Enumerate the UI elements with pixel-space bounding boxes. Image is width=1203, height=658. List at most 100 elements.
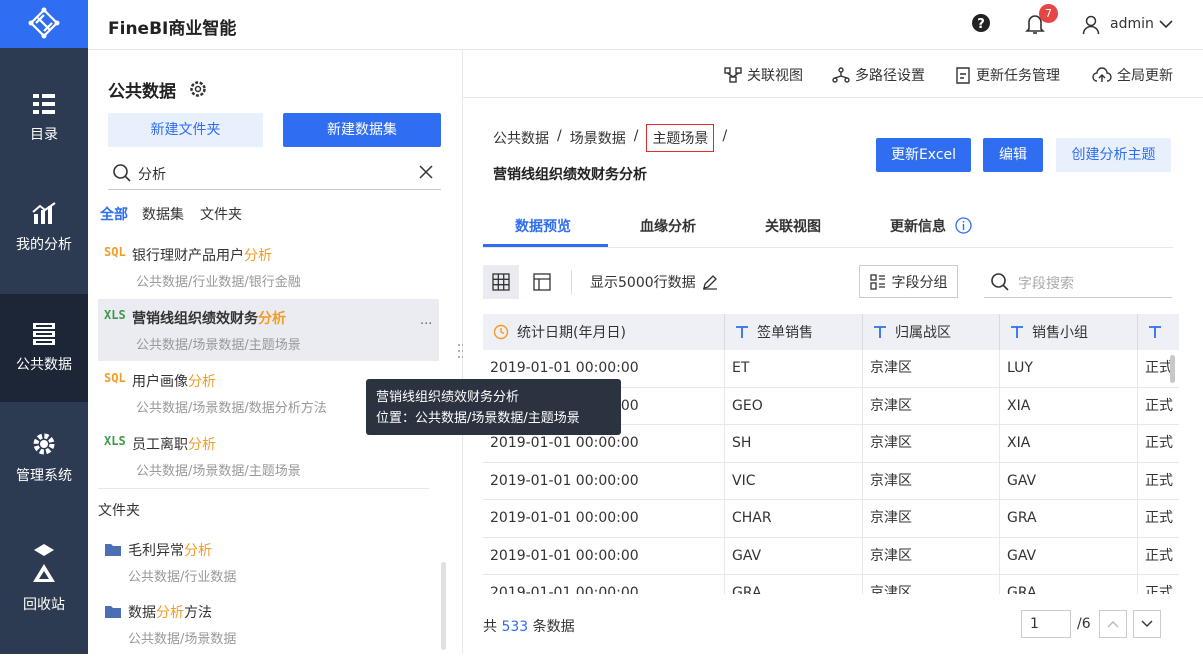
search-icon	[990, 272, 1010, 292]
update-excel-button[interactable]: 更新Excel	[876, 138, 971, 172]
notification-badge: 7	[1039, 4, 1058, 23]
table-cell: GEO	[725, 387, 863, 425]
table-row[interactable]: 2019-01-01 00:00:00 VIC 京津区 GAV 正式	[483, 462, 1179, 500]
table-cell: XIA	[1000, 425, 1138, 463]
tab-update-info[interactable]: 更新信息	[890, 216, 946, 236]
list-item[interactable]: XLS 营销线组织绩效财务分析 ··· 公共数据/场景数据/主题场景	[98, 299, 439, 361]
relation-view-button[interactable]: 关联视图	[724, 65, 803, 85]
table-cell: 正式	[1138, 538, 1179, 576]
edit-button[interactable]: 编辑	[983, 138, 1043, 172]
chevron-down-icon[interactable]	[1159, 19, 1173, 29]
text-type-icon	[1148, 325, 1162, 339]
table-cell: 京津区	[863, 425, 1000, 463]
search-value: 分析	[138, 167, 166, 183]
breadcrumb-item-current[interactable]: 主题场景	[646, 124, 715, 152]
list-item[interactable]: SQL 银行理财产品用户分析 公共数据/行业数据/银行金融	[98, 236, 439, 298]
tooltip-location: 位置：公共数据/场景数据/主题场景	[376, 411, 580, 426]
table-row[interactable]: 2019-01-01 00:00:00 GAV 京津区 GAV 正式	[483, 537, 1179, 576]
left-scrollbar[interactable]	[441, 562, 446, 650]
table-cell: LUY	[1000, 350, 1138, 388]
dataset-tooltip: 营销线组织绩效财务分析 位置：公共数据/场景数据/主题场景	[366, 379, 621, 435]
nav-item-public-data[interactable]: 公共数据	[0, 294, 88, 402]
nav-label: 管理系统	[16, 468, 72, 484]
tab-data-preview[interactable]: 数据预览	[515, 216, 571, 236]
nav-label: 目录	[30, 127, 58, 143]
prev-page-button[interactable]	[1099, 610, 1127, 638]
table-cell: 2019-01-01 00:00:00	[483, 500, 725, 538]
table-cell: 正式	[1138, 500, 1179, 538]
breadcrumb-item[interactable]: 公共数据	[493, 128, 549, 152]
field-search-placeholder: 字段搜索	[1018, 276, 1074, 292]
field-search-input[interactable]: 字段搜索	[984, 265, 1172, 298]
info-icon[interactable]	[955, 217, 972, 234]
public-data-icon	[31, 322, 57, 346]
sql-icon: SQL	[104, 245, 126, 259]
filter-folder[interactable]: 文件夹	[200, 204, 242, 224]
column-header[interactable]: 统计日期(年月日)	[483, 314, 725, 350]
nav-label: 公共数据	[16, 357, 72, 373]
dataset-name: 员工离职分析	[132, 437, 216, 453]
page-total: /6	[1077, 616, 1091, 632]
column-header[interactable]: 销售小组	[1000, 314, 1138, 350]
divider	[571, 270, 572, 294]
folder-path: 公共数据/行业数据	[128, 570, 237, 585]
table-scrollbar[interactable]	[1170, 355, 1175, 383]
relation-icon	[724, 67, 742, 83]
nav-item-my-analysis[interactable]: 我的分析	[0, 173, 88, 283]
nav-item-recycle[interactable]: 回收站	[0, 513, 88, 643]
page-input[interactable]: 1	[1021, 610, 1071, 638]
column-label: 统计日期(年月日)	[517, 325, 626, 341]
breadcrumb: 公共数据 / 场景数据 / 主题场景 /	[493, 124, 728, 152]
layout-view-icon[interactable]	[525, 265, 559, 299]
text-type-icon	[1010, 325, 1024, 339]
new-folder-button[interactable]: 新建文件夹	[108, 113, 263, 147]
text-type-icon	[735, 325, 749, 339]
breadcrumb-sep: /	[722, 128, 728, 144]
update-task-button[interactable]: 更新任务管理	[955, 65, 1060, 85]
dataset-detail: 关联视图 多路径设置 更新任务管理 全局更新 公共数据 / 场景数据 / 主题场…	[463, 50, 1203, 654]
tab-lineage[interactable]: 血缘分析	[640, 216, 696, 236]
dataset-path: 公共数据/场景数据/数据分析方法	[136, 401, 327, 416]
folder-item[interactable]: 数据分析方法 公共数据/场景数据	[98, 596, 428, 658]
column-header[interactable]	[1138, 314, 1179, 350]
column-header[interactable]: 归属战区	[863, 314, 1000, 350]
table-row[interactable]: 2019-01-01 00:00:00 CHAR 京津区 GRA 正式	[483, 500, 1179, 538]
show-rows-setting[interactable]: 显示5000行数据	[590, 272, 718, 292]
table-view-icon[interactable]	[483, 265, 519, 299]
settings-icon[interactable]	[189, 80, 207, 98]
tab-relation-view[interactable]: 关联视图	[765, 216, 821, 236]
new-dataset-button[interactable]: 新建数据集	[283, 113, 441, 147]
table-cell: 2019-01-01 00:00:00	[483, 575, 725, 594]
panel-title: 公共数据	[108, 82, 176, 102]
multipath-settings-button[interactable]: 多路径设置	[832, 65, 925, 85]
folder-item[interactable]: 毛利异常分析 公共数据/行业数据	[98, 534, 428, 596]
nav-item-catalog[interactable]: 目录	[0, 63, 88, 173]
table-cell: 京津区	[863, 500, 1000, 538]
tab-indicator	[483, 244, 608, 247]
create-topic-button[interactable]: 创建分析主题	[1056, 138, 1171, 172]
dataset-search-input[interactable]: 分析	[108, 156, 441, 190]
clear-icon[interactable]	[419, 165, 433, 179]
more-icon[interactable]: ···	[420, 317, 432, 332]
main-nav: 目录 我的分析 公共数据 管理系统 回收站	[0, 0, 88, 654]
filter-all[interactable]: 全部	[100, 204, 128, 224]
table-cell: GAV	[1000, 462, 1138, 500]
global-update-button[interactable]: 全局更新	[1092, 65, 1173, 85]
field-group-button[interactable]: 字段分组	[859, 265, 958, 298]
table-cell: 京津区	[863, 387, 1000, 425]
help-icon[interactable]: ?	[971, 13, 991, 33]
user-icon[interactable]	[1082, 15, 1100, 35]
divider	[98, 488, 429, 489]
filter-dataset[interactable]: 数据集	[142, 204, 184, 224]
table-cell: GRA	[725, 575, 863, 594]
column-header[interactable]: 签单销售	[725, 314, 863, 350]
table-cell: 2019-01-01 00:00:00	[483, 537, 725, 575]
next-page-button[interactable]	[1133, 610, 1161, 638]
user-name[interactable]: admin	[1110, 16, 1154, 32]
recycle-icon	[30, 542, 58, 586]
table-row[interactable]: 2019-01-01 00:00:00 GRA 京津区 GRA 正式	[483, 575, 1179, 594]
finebi-logo[interactable]	[0, 0, 88, 48]
breadcrumb-item[interactable]: 场景数据	[570, 128, 626, 152]
table-cell: ET	[725, 350, 863, 388]
nav-item-manage[interactable]: 管理系统	[0, 403, 88, 513]
